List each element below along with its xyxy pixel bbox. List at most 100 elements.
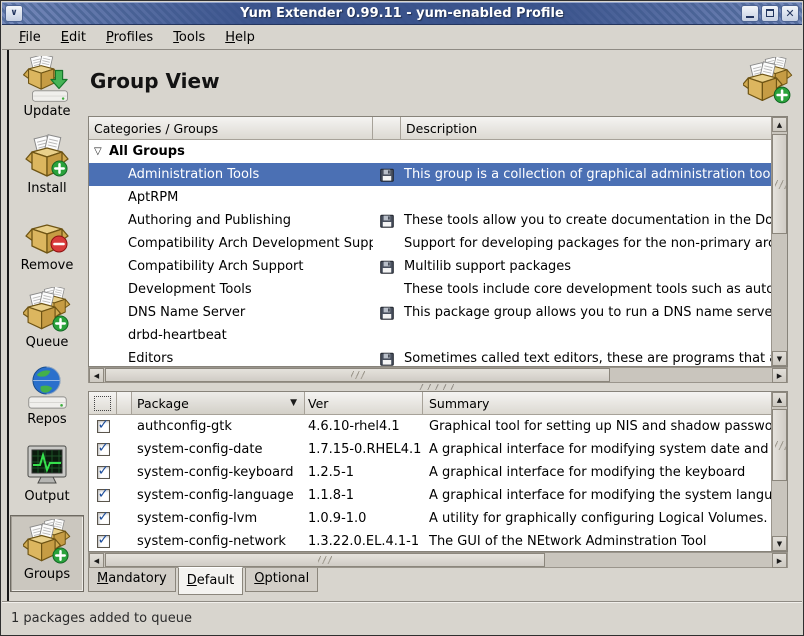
scroll-up-button[interactable]: ▲	[772, 392, 787, 407]
column-header-select[interactable]	[89, 392, 117, 415]
sidebar-item-repos[interactable]: Repos	[10, 361, 84, 438]
sidebar-item-groups[interactable]: Groups	[10, 515, 84, 592]
column-header-description[interactable]: Description	[401, 117, 787, 140]
scroll-thumb[interactable]	[772, 134, 787, 234]
group-row[interactable]: ▽ Compatibility Arch Development Support…	[89, 232, 771, 255]
group-filter-tab[interactable]: Mandatory	[88, 568, 176, 592]
column-header-categories[interactable]: Categories / Groups	[89, 117, 373, 140]
sidebar-label: Repos	[27, 412, 66, 427]
sort-descending-icon: ▼	[290, 398, 299, 408]
group-row[interactable]: ▽ Authoring and Publishing These tools a…	[89, 209, 771, 232]
group-filter-tab[interactable]: Default	[178, 567, 244, 595]
expander-icon[interactable]: ▽	[94, 146, 109, 157]
sidebar-item-queue[interactable]: Queue	[10, 284, 84, 361]
package-row[interactable]: authconfig-gtk 4.6.10-rhel4.1 Graphical …	[89, 415, 771, 438]
group-row[interactable]: ▽ drbd-heartbeat	[89, 324, 771, 347]
group-view-icon	[743, 57, 793, 107]
column-header-package[interactable]: Package ▼	[132, 392, 305, 415]
scroll-up-button[interactable]: ▲	[772, 117, 787, 132]
sidebar-item-update[interactable]: Update	[10, 53, 84, 130]
queue-icon	[23, 287, 71, 335]
floppy-icon	[380, 352, 394, 366]
group-description: This group is a collection of graphical …	[401, 167, 771, 182]
menu-item[interactable]: Help	[215, 27, 265, 48]
package-row[interactable]: system-config-date 1.7.15-0.RHEL4.1 A gr…	[89, 438, 771, 461]
column-header-summary[interactable]: Summary	[423, 392, 787, 415]
minimize-button[interactable]	[741, 5, 759, 22]
maximize-button[interactable]	[761, 5, 779, 22]
package-row[interactable]: system-config-language 1.1.8-1 A graphic…	[89, 484, 771, 507]
package-vertical-scrollbar[interactable]: ▲ ▼	[771, 392, 787, 551]
app-window: ∨ Yum Extender 0.99.11 - yum-enabled Pro…	[0, 0, 804, 636]
sidebar-item-install[interactable]: Install	[10, 130, 84, 207]
group-name: Editors	[128, 351, 173, 366]
floppy-icon	[380, 214, 394, 228]
group-name: AptRPM	[128, 190, 178, 205]
group-description: Sometimes called text editors, these are…	[401, 351, 771, 366]
package-version: 1.2.5-1	[305, 465, 423, 480]
group-list: ▽ All Groups ▽ Administration Tools	[89, 140, 771, 366]
package-name: system-config-network	[132, 534, 305, 549]
pane-splitter[interactable]	[88, 383, 788, 391]
group-row[interactable]: ▽ Administration Tools This group is a c…	[89, 163, 771, 186]
column-header-icon[interactable]	[373, 117, 401, 140]
scroll-right-button[interactable]: ▶	[772, 553, 787, 568]
menu-item[interactable]: Tools	[163, 27, 215, 48]
scroll-thumb[interactable]	[105, 368, 610, 382]
scroll-down-button[interactable]: ▼	[772, 351, 787, 366]
menubar: File Edit Profiles Tools Help	[2, 25, 802, 50]
package-summary: A graphical interface for modifying the …	[423, 465, 771, 480]
column-header-ver[interactable]: Ver	[305, 392, 423, 415]
group-row[interactable]: ▽ AptRPM	[89, 186, 771, 209]
output-icon	[23, 441, 71, 489]
scroll-left-button[interactable]: ◀	[89, 368, 104, 383]
package-checkbox[interactable]	[97, 443, 110, 456]
window-menu-button[interactable]: ∨	[5, 5, 23, 22]
group-name: All Groups	[109, 144, 185, 159]
menu-item[interactable]: Profiles	[96, 27, 163, 48]
close-button[interactable]: ✕	[781, 5, 799, 22]
frame-divider	[7, 50, 9, 602]
package-checkbox[interactable]	[97, 420, 110, 433]
group-vertical-scrollbar[interactable]: ▲ ▼	[771, 117, 787, 366]
group-row[interactable]: ▽ All Groups	[89, 140, 771, 163]
sidebar-item-remove[interactable]: Remove	[10, 207, 84, 284]
menu-item[interactable]: Edit	[51, 27, 96, 48]
scroll-down-button[interactable]: ▼	[772, 536, 787, 551]
minimize-icon	[746, 16, 754, 18]
group-row[interactable]: ▽ Compatibility Arch Support Multilib su…	[89, 255, 771, 278]
group-filter-tab[interactable]: Optional	[245, 568, 318, 592]
status-text: 1 packages added to queue	[11, 611, 192, 626]
scroll-thumb[interactable]	[772, 409, 787, 481]
group-description: These tools allow you to create document…	[401, 213, 771, 228]
group-row[interactable]: ▽ Editors Sometimes called text editors,…	[89, 347, 771, 366]
titlebar[interactable]: ∨ Yum Extender 0.99.11 - yum-enabled Pro…	[2, 2, 802, 25]
package-row[interactable]: system-config-lvm 1.0.9-1.0 A utility fo…	[89, 507, 771, 530]
package-version: 1.1.8-1	[305, 488, 423, 503]
sidebar-item-output[interactable]: Output	[10, 438, 84, 515]
package-row[interactable]: system-config-network 1.3.22.0.EL.4.1-1 …	[89, 530, 771, 551]
sidebar-label: Install	[27, 181, 66, 196]
window-title: Yum Extender 0.99.11 - yum-enabled Profi…	[2, 6, 802, 21]
package-checkbox[interactable]	[97, 512, 110, 525]
floppy-icon	[380, 260, 394, 274]
floppy-icon	[380, 168, 394, 182]
package-row[interactable]: system-config-keyboard 1.2.5-1 A graphic…	[89, 461, 771, 484]
package-checkbox[interactable]	[97, 466, 110, 479]
scroll-left-button[interactable]: ◀	[89, 553, 104, 568]
package-name: system-config-lvm	[132, 511, 305, 526]
groups-icon	[23, 519, 71, 567]
group-horizontal-scrollbar[interactable]: ◀ ▶	[88, 367, 788, 383]
package-summary: The GUI of the NEtwork Adminstration Too…	[423, 534, 771, 549]
package-list: authconfig-gtk 4.6.10-rhel4.1 Graphical …	[89, 415, 771, 551]
package-version: 1.3.22.0.EL.4.1-1	[305, 534, 423, 549]
scroll-right-button[interactable]: ▶	[772, 368, 787, 383]
package-checkbox[interactable]	[97, 489, 110, 502]
group-row[interactable]: ▽ Development Tools These tools include …	[89, 278, 771, 301]
group-row[interactable]: ▽ DNS Name Server This package group all…	[89, 301, 771, 324]
scroll-thumb[interactable]	[105, 553, 545, 567]
header-focus-box	[94, 396, 111, 411]
package-checkbox[interactable]	[97, 535, 110, 548]
package-horizontal-scrollbar[interactable]: ◀ ▶	[88, 552, 788, 568]
menu-item[interactable]: File	[9, 27, 51, 48]
